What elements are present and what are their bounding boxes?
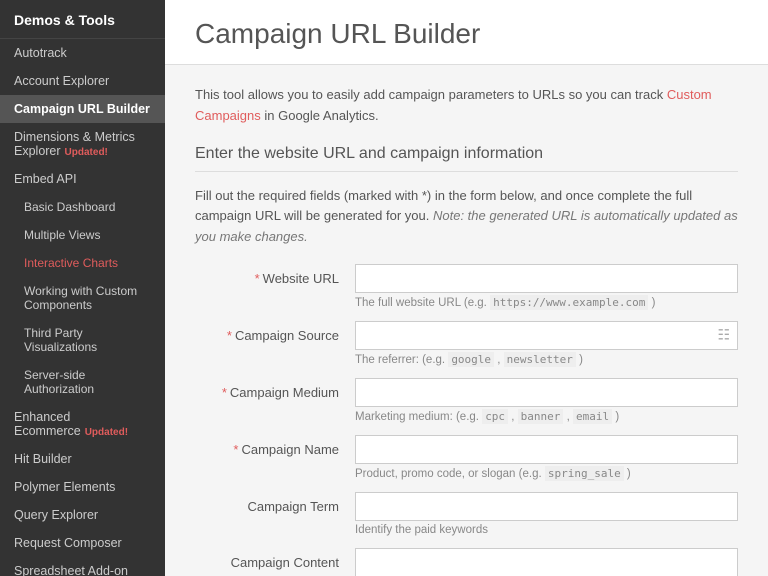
sidebar-item-autotrack[interactable]: Autotrack <box>0 39 165 67</box>
input-col-website-url: The full website URL (e.g. https://www.e… <box>355 264 738 309</box>
input-col-campaign-name: Product, promo code, or slogan (e.g. spr… <box>355 435 738 480</box>
sidebar-item-multiple-views[interactable]: Multiple Views <box>0 221 165 249</box>
input-col-campaign-source: ☷ The referrer: (e.g. google , newslette… <box>355 321 738 366</box>
hint-campaign-source: The referrer: (e.g. google , newsletter … <box>355 353 738 366</box>
label-campaign-term: Campaign Term <box>195 492 355 514</box>
campaign-term-input[interactable] <box>355 492 738 521</box>
campaign-content-input[interactable] <box>355 548 738 576</box>
intro-text-start: This tool allows you to easily add campa… <box>195 87 667 102</box>
field-row-campaign-content: Campaign Content Use to differentiate ad… <box>195 548 738 576</box>
hint-website-url: The full website URL (e.g. https://www.e… <box>355 296 738 309</box>
sidebar-item-enhanced-ecommerce[interactable]: Enhanced Ecommerce Updated! <box>0 403 165 445</box>
ecommerce-updated-badge: Updated! <box>85 427 128 438</box>
hint-campaign-medium: Marketing medium: (e.g. cpc , banner , e… <box>355 410 738 423</box>
sidebar-item-third-party[interactable]: Third Party Visualizations <box>0 319 165 361</box>
required-star-website-url: * <box>255 271 260 286</box>
sidebar-item-embed-api[interactable]: Embed API <box>0 165 165 193</box>
label-campaign-medium: *Campaign Medium <box>195 378 355 400</box>
required-star-campaign-medium: * <box>222 385 227 400</box>
intro-text: This tool allows you to easily add campa… <box>195 85 738 127</box>
hint-campaign-name: Product, promo code, or slogan (e.g. spr… <box>355 467 738 480</box>
sidebar-item-account-explorer[interactable]: Account Explorer <box>0 67 165 95</box>
field-row-campaign-source: *Campaign Source ☷ The referrer: (e.g. g… <box>195 321 738 366</box>
label-campaign-name: *Campaign Name <box>195 435 355 457</box>
sidebar-item-hit-builder[interactable]: Hit Builder <box>0 445 165 473</box>
calendar-icon: ☷ <box>717 327 730 344</box>
field-row-website-url: *Website URL The full website URL (e.g. … <box>195 264 738 309</box>
label-campaign-content: Campaign Content <box>195 548 355 570</box>
content-area: This tool allows you to easily add campa… <box>165 65 768 576</box>
campaign-source-input-wrapper: ☷ <box>355 321 738 350</box>
required-star-campaign-name: * <box>233 442 238 457</box>
sidebar-item-campaign-url-builder[interactable]: Campaign URL Builder <box>0 95 165 123</box>
section-heading: Enter the website URL and campaign infor… <box>195 145 738 172</box>
required-star-campaign-source: * <box>227 328 232 343</box>
campaign-name-input[interactable] <box>355 435 738 464</box>
form-description: Fill out the required fields (marked wit… <box>195 186 738 248</box>
sidebar-item-request-composer[interactable]: Request Composer <box>0 529 165 557</box>
page-title: Campaign URL Builder <box>195 18 738 50</box>
input-col-campaign-medium: Marketing medium: (e.g. cpc , banner , e… <box>355 378 738 423</box>
input-col-campaign-term: Identify the paid keywords <box>355 492 738 536</box>
sidebar: Demos & Tools Autotrack Account Explorer… <box>0 0 165 576</box>
sidebar-item-working-custom[interactable]: Working with Custom Components <box>0 277 165 319</box>
campaign-medium-input[interactable] <box>355 378 738 407</box>
website-url-input[interactable] <box>355 264 738 293</box>
sidebar-item-server-side[interactable]: Server-side Authorization <box>0 361 165 403</box>
input-col-campaign-content: Use to differentiate ads <box>355 548 738 576</box>
field-row-campaign-medium: *Campaign Medium Marketing medium: (e.g.… <box>195 378 738 423</box>
hint-campaign-term: Identify the paid keywords <box>355 524 738 536</box>
intro-text-end: in Google Analytics. <box>261 108 379 123</box>
sidebar-item-basic-dashboard[interactable]: Basic Dashboard <box>0 193 165 221</box>
enhanced-ecommerce-label: Enhanced Ecommerce <box>14 410 81 438</box>
label-website-url: *Website URL <box>195 264 355 286</box>
field-row-campaign-term: Campaign Term Identify the paid keywords <box>195 492 738 536</box>
sidebar-item-dimensions-metrics[interactable]: Dimensions & Metrics ExplorerUpdated! <box>0 123 165 165</box>
main-content: Campaign URL Builder This tool allows yo… <box>165 0 768 576</box>
sidebar-item-spreadsheet-add-on[interactable]: Spreadsheet Add-on <box>0 557 165 576</box>
page-title-area: Campaign URL Builder <box>165 0 768 65</box>
sidebar-item-polymer-elements[interactable]: Polymer Elements <box>0 473 165 501</box>
sidebar-header: Demos & Tools <box>0 0 165 39</box>
dimensions-updated-badge: Updated! <box>65 147 108 158</box>
sidebar-item-interactive-charts[interactable]: Interactive Charts <box>0 249 165 277</box>
field-row-campaign-name: *Campaign Name Product, promo code, or s… <box>195 435 738 480</box>
campaign-source-input[interactable] <box>355 321 738 350</box>
label-campaign-source: *Campaign Source <box>195 321 355 343</box>
sidebar-item-query-explorer[interactable]: Query Explorer <box>0 501 165 529</box>
